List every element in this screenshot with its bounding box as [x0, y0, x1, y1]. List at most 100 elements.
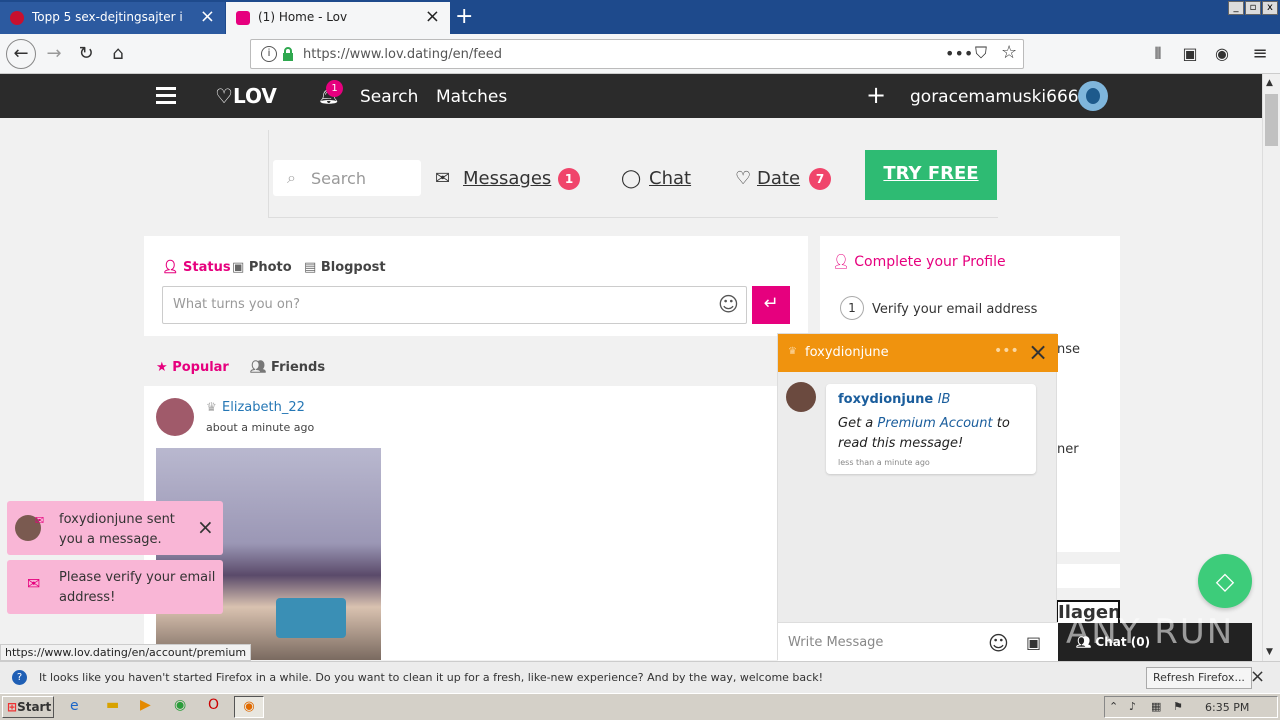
- avatar[interactable]: [156, 398, 194, 436]
- close-tab-icon[interactable]: ×: [425, 7, 440, 27]
- browser-navbar: ← → ↻ ⌂ i https://www.lov.dating/en/feed…: [0, 34, 1280, 74]
- scroll-thumb[interactable]: [1265, 94, 1278, 146]
- system-tray: ⌃ ♪ ▦ ⚑ 6:35 PM: [1104, 696, 1278, 718]
- premium-account-link[interactable]: Premium Account: [877, 416, 992, 431]
- date-count-badge: 7: [809, 168, 831, 190]
- date-link[interactable]: Date: [757, 168, 800, 189]
- status-composer: 👤︎ Status ▣ Photo ▤ Blogpost What turns …: [144, 236, 808, 336]
- nav-search[interactable]: Search: [360, 87, 418, 107]
- new-tab-icon[interactable]: +: [455, 4, 473, 29]
- tab-topp5[interactable]: Topp 5 sex-dejtingsajter i Sverige ×: [0, 2, 225, 34]
- add-icon[interactable]: +: [866, 81, 886, 109]
- chat-input[interactable]: Write Message ☺ ▣: [778, 622, 1058, 661]
- pocket-icon[interactable]: ⛉: [975, 43, 987, 63]
- library-icon[interactable]: ⫴: [1144, 40, 1172, 68]
- media-icon[interactable]: ▶: [140, 697, 151, 713]
- partial-step-text: ner: [1057, 442, 1079, 457]
- account-icon[interactable]: ◉: [1208, 40, 1236, 68]
- tab-title: (1) Home - Lov: [258, 10, 348, 24]
- search-input[interactable]: ⌕ Search: [273, 160, 421, 196]
- tab-title: Topp 5 sex-dejtingsajter i Sverige: [32, 10, 182, 24]
- sub-navigation: ⌕ Search ✉ Messages 1 ◯ Chat ♡ Date 7 TR…: [268, 130, 998, 218]
- notification-text: It looks like you haven't started Firefo…: [39, 671, 823, 684]
- toast-text: Please verify your email address!: [59, 570, 216, 605]
- tab-lov-home[interactable]: (1) Home - Lov ×: [226, 2, 450, 34]
- verify-email-step[interactable]: Verify your email address: [872, 302, 1037, 317]
- send-button[interactable]: ↵: [752, 286, 790, 324]
- people-icon: 👥︎: [250, 360, 267, 375]
- nav-matches[interactable]: Matches: [436, 87, 507, 107]
- info-icon[interactable]: i: [261, 46, 277, 62]
- avatar[interactable]: [1078, 81, 1108, 111]
- camera-icon[interactable]: ▣: [1026, 633, 1041, 652]
- firefox-taskbar-icon[interactable]: ◉: [234, 696, 264, 718]
- maximize-icon[interactable]: ▫: [1245, 1, 1261, 15]
- opera-icon[interactable]: O: [208, 697, 219, 713]
- browser-tab-bar: Topp 5 sex-dejtingsajter i Sverige × (1)…: [0, 0, 1280, 34]
- diamond-icon[interactable]: ◇: [1198, 554, 1252, 608]
- menu-icon[interactable]: ≡: [1246, 40, 1274, 68]
- emoji-icon[interactable]: ☺: [988, 631, 1009, 655]
- close-window-icon[interactable]: x: [1262, 1, 1278, 15]
- more-icon[interactable]: •••: [994, 343, 1019, 359]
- close-tab-icon[interactable]: ×: [200, 7, 215, 27]
- avatar[interactable]: [786, 382, 816, 412]
- flag-icon[interactable]: ⚑: [1173, 700, 1183, 713]
- chrome-icon[interactable]: ◉: [174, 697, 186, 713]
- taskbar: ⊞Start e ▬ ▶ ◉ O ◉ ⌃ ♪ ▦ ⚑ 6:35 PM: [0, 693, 1280, 720]
- close-icon[interactable]: ×: [1250, 666, 1265, 687]
- chat-link[interactable]: Chat: [649, 168, 691, 189]
- bookmark-star-icon[interactable]: ☆: [1001, 42, 1017, 63]
- close-icon[interactable]: ×: [197, 515, 214, 539]
- username[interactable]: goracemamuski666: [910, 87, 1079, 107]
- home-icon[interactable]: ⌂: [104, 40, 132, 68]
- tab-status[interactable]: 👤︎ Status: [162, 260, 231, 275]
- messages-link[interactable]: Messages: [463, 168, 551, 189]
- person-add-icon: 👤︎: [832, 254, 850, 270]
- site-header: ♡LOV 🔔︎ 1 Search Matches + goracemamuski…: [0, 74, 1262, 118]
- chat-header[interactable]: ♛ foxydionjune ••• ×: [778, 334, 1058, 372]
- emoji-icon[interactable]: ☺: [718, 292, 739, 316]
- message-body: Get a Premium Account to read this messa…: [838, 416, 1010, 451]
- try-free-button[interactable]: TRY FREE: [865, 150, 997, 200]
- folder-icon[interactable]: ▬: [106, 697, 119, 713]
- toast-text: foxydionjune sent you a message.: [59, 512, 175, 547]
- message-sender[interactable]: foxydionjune IB: [838, 392, 950, 407]
- refresh-firefox-button[interactable]: Refresh Firefox...: [1146, 667, 1252, 689]
- lov-favicon-icon: [236, 11, 250, 25]
- tab-blogpost[interactable]: ▤ Blogpost: [304, 260, 386, 275]
- ie-icon[interactable]: e: [70, 698, 79, 714]
- envelope-icon: ✉: [27, 574, 41, 593]
- scrollbar[interactable]: ▲ ▼: [1262, 74, 1280, 661]
- tab-photo[interactable]: ▣ Photo: [232, 260, 292, 275]
- hamburger-menu-icon[interactable]: [156, 87, 176, 105]
- minimize-icon[interactable]: _: [1228, 1, 1244, 15]
- volume-icon[interactable]: ♪: [1129, 700, 1136, 713]
- url-bar[interactable]: i https://www.lov.dating/en/feed ••• ⛉ ☆: [250, 39, 1024, 69]
- page-actions-icon[interactable]: •••: [945, 44, 973, 63]
- message-toast[interactable]: ✉ foxydionjune sent you a message. ×: [7, 501, 223, 555]
- close-icon[interactable]: ×: [1028, 338, 1048, 366]
- post-author[interactable]: Elizabeth_22: [222, 400, 305, 415]
- crown-icon: ♛: [788, 346, 797, 357]
- scroll-up-icon[interactable]: ▲: [1266, 78, 1273, 88]
- forward-icon[interactable]: →: [40, 40, 68, 68]
- chat-bubble-icon: ◯: [621, 168, 642, 189]
- tab-popular[interactable]: ★ Popular: [156, 360, 229, 375]
- status-input[interactable]: What turns you on? ☺: [162, 286, 747, 324]
- chat-message: foxydionjune IB Get a Premium Account to…: [826, 384, 1036, 474]
- reload-icon[interactable]: ↻: [72, 40, 100, 68]
- tray-expand-icon[interactable]: ⌃: [1109, 700, 1118, 713]
- chat-input-placeholder: Write Message: [788, 635, 884, 650]
- network-icon[interactable]: ▦: [1151, 700, 1161, 713]
- search-icon: ⌕: [287, 168, 296, 187]
- tab-friends[interactable]: 👥︎ Friends: [250, 360, 325, 375]
- sidebar-icon[interactable]: ▣: [1176, 40, 1204, 68]
- scroll-down-icon[interactable]: ▼: [1266, 647, 1273, 657]
- start-button[interactable]: ⊞Start: [2, 696, 54, 718]
- site-logo[interactable]: ♡LOV: [215, 84, 277, 108]
- back-icon[interactable]: ←: [6, 39, 36, 69]
- messages-count-badge: 1: [558, 168, 580, 190]
- verify-email-toast[interactable]: ✉ Please verify your email address!: [7, 560, 223, 614]
- firefox-notification-bar: ? It looks like you haven't started Fire…: [0, 661, 1280, 693]
